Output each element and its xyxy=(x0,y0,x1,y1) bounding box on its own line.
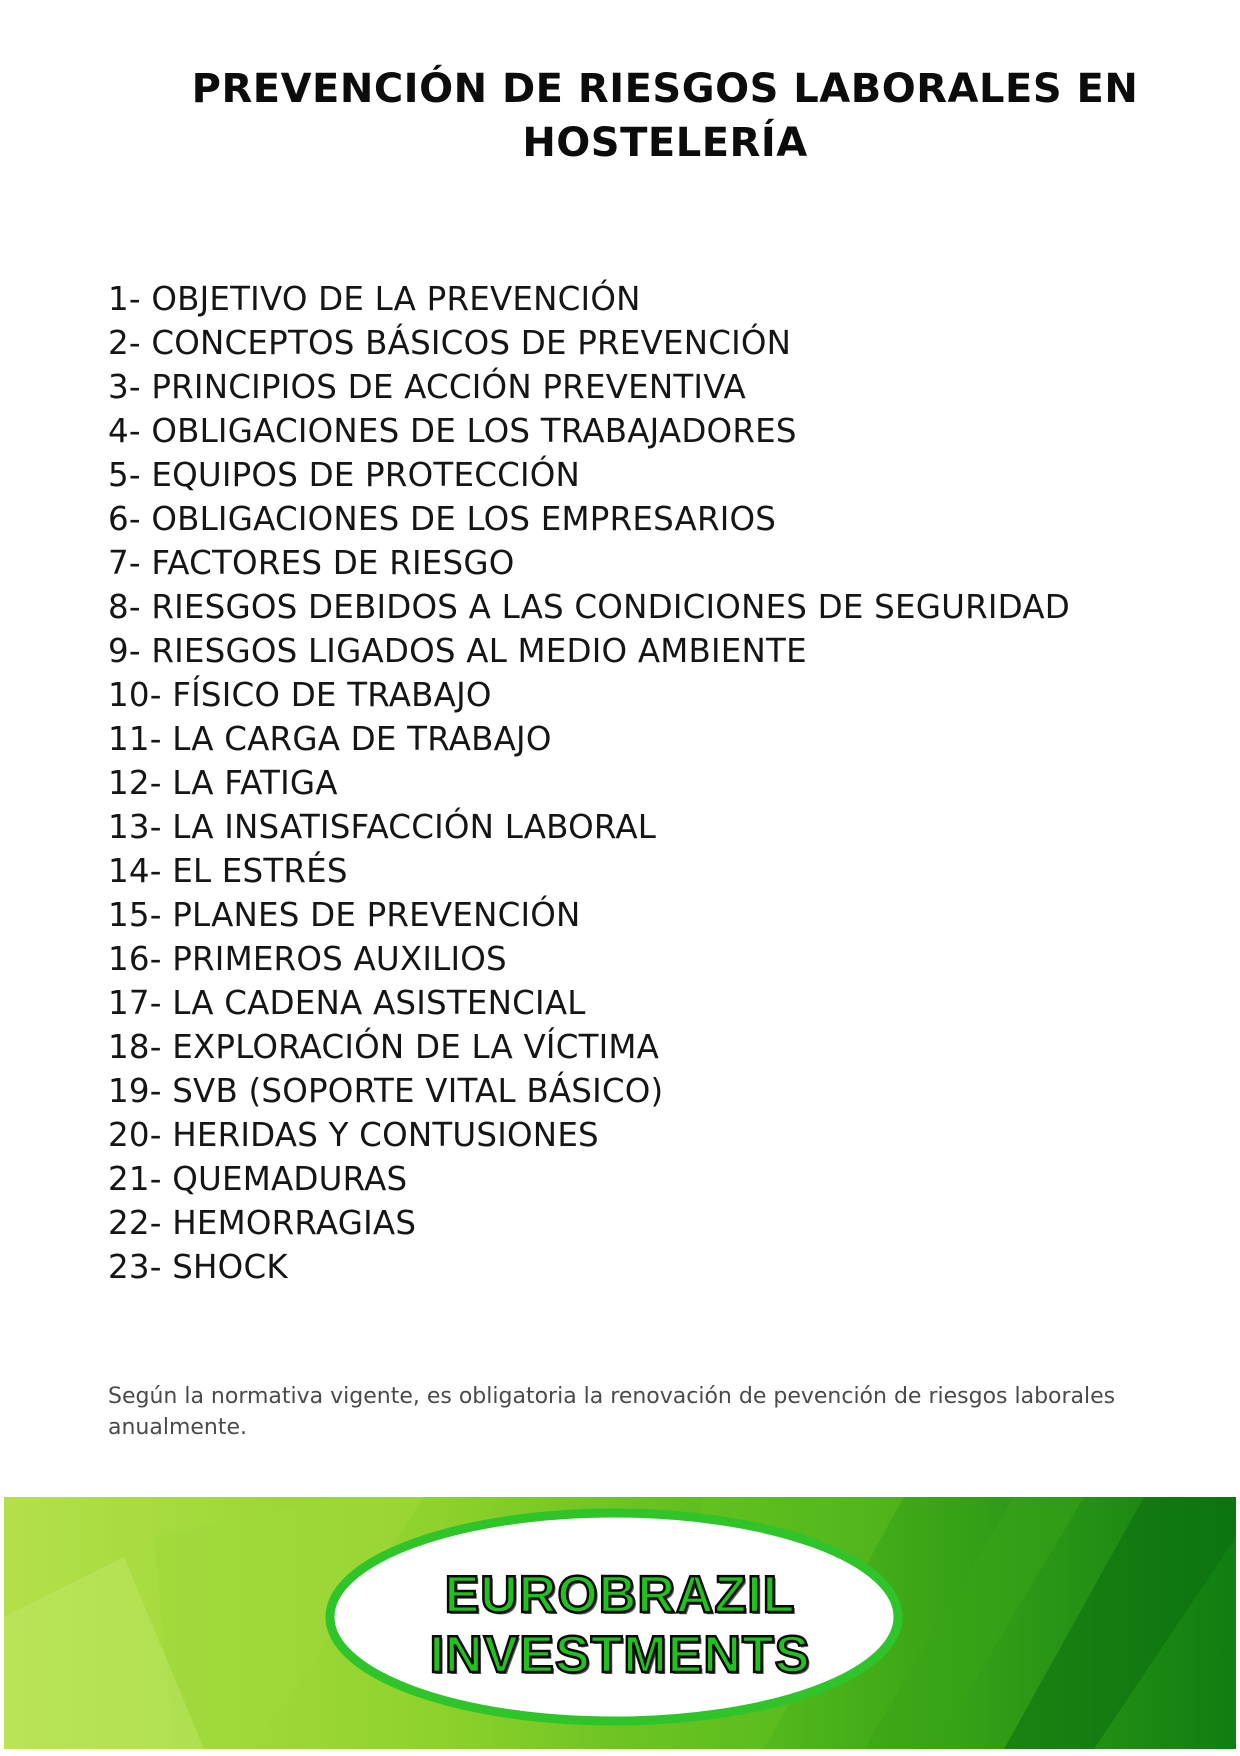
topic-item: 16- PRIMEROS AUXILIOS xyxy=(108,940,507,978)
topic-item: 7- FACTORES DE RIESGO xyxy=(108,544,515,582)
topic-item: 18- EXPLORACIÓN DE LA VÍCTIMA xyxy=(108,1028,660,1066)
topic-item: 5- EQUIPOS DE PROTECCIÓN xyxy=(108,456,581,494)
document-title: PREVENCIÓN DE RIESGOS LABORALES EN HOSTE… xyxy=(150,62,1180,170)
topic-item: 3- PRINCIPIOS DE ACCIÓN PREVENTIVA xyxy=(108,368,746,406)
topic-list: 1- OBJETIVO DE LA PREVENCIÓN 2- CONCEPTOS… xyxy=(108,277,1070,1289)
title-line-1: PREVENCIÓN DE RIESGOS LABORALES EN xyxy=(191,66,1139,112)
topic-item: 6- OBLIGACIONES DE LOS EMPRESARIOS xyxy=(108,500,777,538)
topic-item: 19- SVB (SOPORTE VITAL BÁSICO) xyxy=(108,1072,664,1110)
topic-item: 21- QUEMADURAS xyxy=(108,1160,408,1198)
topic-item: 14- EL ESTRÉS xyxy=(108,852,348,890)
topic-item: 11- LA CARGA DE TRABAJO xyxy=(108,720,552,758)
topic-item: 22- HEMORRAGIAS xyxy=(108,1204,417,1242)
topic-item: 10- FÍSICO DE TRABAJO xyxy=(108,676,492,714)
renewal-note: Según la normativa vigente, es obligator… xyxy=(108,1384,1116,1440)
topic-item: 17- LA CADENA ASISTENCIAL xyxy=(108,984,586,1022)
topic-item: 9- RIESGOS LIGADOS AL MEDIO AMBIENTE xyxy=(108,632,807,670)
company-logo: EUROBRAZIL INVESTMENTS xyxy=(4,1565,1236,1686)
topic-item: 12- LA FATIGA xyxy=(108,764,338,802)
topic-item: 15- PLANES DE PREVENCIÓN xyxy=(108,896,581,934)
topic-item: 8- RIESGOS DEBIDOS A LAS CONDICIONES DE … xyxy=(108,588,1070,626)
document-page: PREVENCIÓN DE RIESGOS LABORALES EN HOSTE… xyxy=(0,0,1240,1756)
title-line-2: HOSTELERÍA xyxy=(522,120,808,166)
topic-item: 23- SHOCK xyxy=(108,1248,288,1286)
topic-item: 20- HERIDAS Y CONTUSIONES xyxy=(108,1116,599,1154)
logo-line-2: INVESTMENTS xyxy=(428,1625,811,1686)
logo-line-1: EUROBRAZIL xyxy=(443,1565,796,1626)
topic-item: 2- CONCEPTOS BÁSICOS DE PREVENCIÓN xyxy=(108,324,792,362)
topic-item: 4- OBLIGACIONES DE LOS TRABAJADORES xyxy=(108,412,797,450)
topic-item: 1- OBJETIVO DE LA PREVENCIÓN xyxy=(108,280,641,318)
topic-item: 13- LA INSATISFACCIÓN LABORAL xyxy=(108,808,657,846)
footer-banner: EUROBRAZIL INVESTMENTS xyxy=(4,1497,1236,1749)
